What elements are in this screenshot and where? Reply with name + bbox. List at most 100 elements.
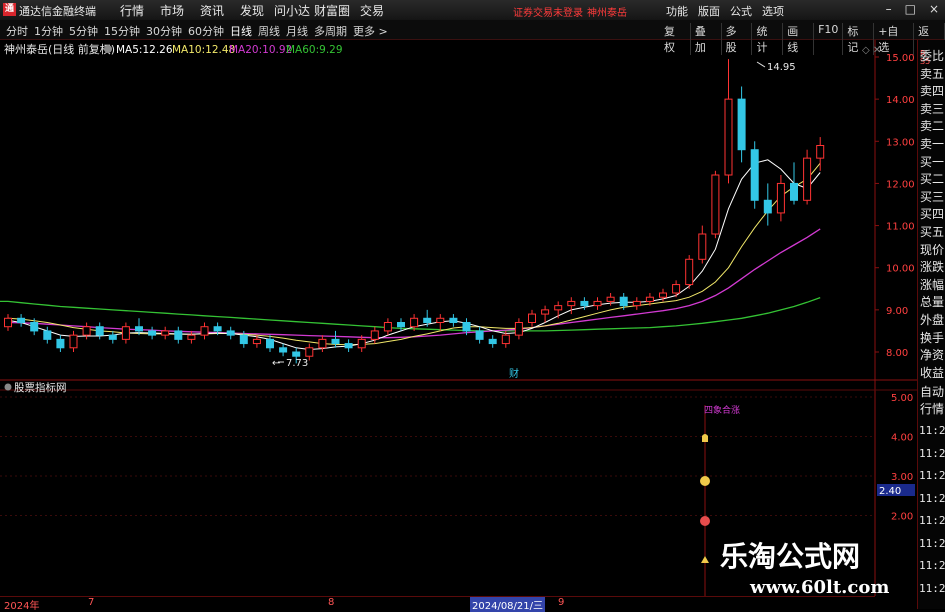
tab-more[interactable]: 更多 > [353,23,388,39]
menu-item-wealth[interactable]: 财富圈 [312,2,352,19]
candle-body [108,334,117,340]
candle-body [161,330,170,336]
candle-body [462,322,471,332]
candle-body [95,326,104,336]
trade-time: 11:26 [919,469,945,482]
order-book-label: 涨幅 [919,277,944,292]
maximize-icon[interactable]: □ [905,2,916,16]
date-label-jul: 7 [88,597,95,608]
tool-formula[interactable]: 公式 [730,3,752,19]
tab-30min[interactable]: 30分钟 [146,23,182,39]
signal-icon-hand [702,434,708,442]
candle-body [724,98,733,176]
tab-monthly[interactable]: 月线 [286,23,308,39]
order-book-label: 卖四 [919,84,944,99]
menu-item-news[interactable]: 资讯 [192,2,232,19]
high-price-marker: 14.95 [756,61,796,73]
kline-chart[interactable]: 神州泰岳(日线 前复权) MA5:12.26 MA10:12.48 MA20:1… [0,40,917,609]
tab-1min[interactable]: 1分钟 [34,23,63,39]
price-tick-label: 12.00 [886,179,915,190]
tab-weekly[interactable]: 周线 [258,23,280,39]
price-tick-label: 9.00 [886,306,908,317]
candle-body [30,322,39,332]
candle-body [357,338,366,349]
indicator-axis: 5.00 4.00 3.00 2.00 [0,393,913,523]
tool-function[interactable]: 功能 [666,3,688,19]
candle-body [803,157,812,201]
candle-body [737,98,746,151]
candle-body [816,145,825,159]
candle-body [187,334,196,340]
tab-timeshare[interactable]: 分时 [6,23,28,39]
candle-body [82,326,91,336]
tab-multi-period[interactable]: 多周期 [314,23,347,39]
candle-body [344,343,353,349]
candle-body [423,317,432,323]
candle-body [580,300,589,307]
settings-icon[interactable] [104,45,112,53]
event-marker-finance[interactable]: 财 [509,367,519,380]
order-book-label: 卖五 [919,66,944,81]
tab-5min[interactable]: 5分钟 [69,23,98,39]
candle-body [292,351,301,357]
signal-icon-smile [700,476,710,486]
candle-body [397,322,405,328]
trade-time: 11:26 [919,446,945,460]
order-book-label: 买五 [919,225,944,239]
trade-time: 11:26 [919,581,945,595]
candle-body [213,326,222,332]
price-tick-label: 15.00 [886,53,915,64]
candle-body [711,174,720,235]
candle-body [436,317,445,323]
panel-tab[interactable]: 行情 [919,403,945,416]
menu-item-discover[interactable]: 发现 [232,2,272,19]
candle-body [43,330,52,340]
window-controls: – □ × [886,2,939,16]
minimize-icon[interactable]: – [886,2,892,16]
panel-tab[interactable]: 自动 [919,386,945,399]
candle-body [226,330,235,336]
signal-label: 四象合涨 [704,404,740,416]
chart-area[interactable]: 神州泰岳(日线 前复权) MA5:12.26 MA10:12.48 MA20:1… [0,40,945,609]
date-label-year: 2024年 [4,601,40,612]
candle-body [541,309,550,315]
ma5-label: MA5:12.26 [116,44,173,56]
indicator-settings-icon[interactable] [4,383,12,391]
candle-body [121,326,130,340]
trade-time: 11:26 [919,514,945,527]
menu-item-quotes[interactable]: 行情 [112,2,152,19]
tab-15min[interactable]: 15分钟 [104,23,140,39]
trade-time: 11:26 [919,536,945,550]
login-notice[interactable]: 证券交易未登录 [513,4,583,19]
tool-layout[interactable]: 版面 [698,3,720,19]
menu-item-market[interactable]: 市场 [152,2,192,19]
tool-options[interactable]: 选项 [762,3,784,19]
menu-item-trade[interactable]: 交易 [352,2,392,19]
order-book-label: 涨跌 [919,260,944,275]
candle-body [619,296,628,307]
chart-zoom-icon[interactable]: ◇ ✕ [862,45,881,56]
indicator-value-badge: 2.40 [879,486,901,497]
menu-item-ask[interactable]: 问小达 [272,2,312,19]
candle-body [567,300,576,307]
close-icon[interactable]: × [929,2,939,16]
date-label-selected: 2024/08/21/三 [470,597,546,612]
tab-60min[interactable]: 60分钟 [188,23,224,39]
candle-body [331,338,340,345]
candle-body [698,233,707,260]
chart-header-title: 神州泰岳(日线 前复权) [4,42,115,56]
price-grid [875,56,879,353]
watermark: 乐淘公式网 www.60lt.com [710,533,915,605]
order-book-label: 委比 [919,49,944,63]
order-book-label: 总量 [919,295,944,310]
candle-body [763,199,772,214]
candle-body [56,338,65,349]
price-tick-label: 8.00 [886,348,908,359]
tab-daily[interactable]: 日线 [230,23,252,39]
candle-body [449,317,458,323]
candle-body [606,296,615,302]
app-logo-icon: 通 [3,3,16,16]
candle-body [672,284,681,294]
svg-text:←: ← [272,358,280,369]
order-book-label: 卖一 [919,137,944,151]
